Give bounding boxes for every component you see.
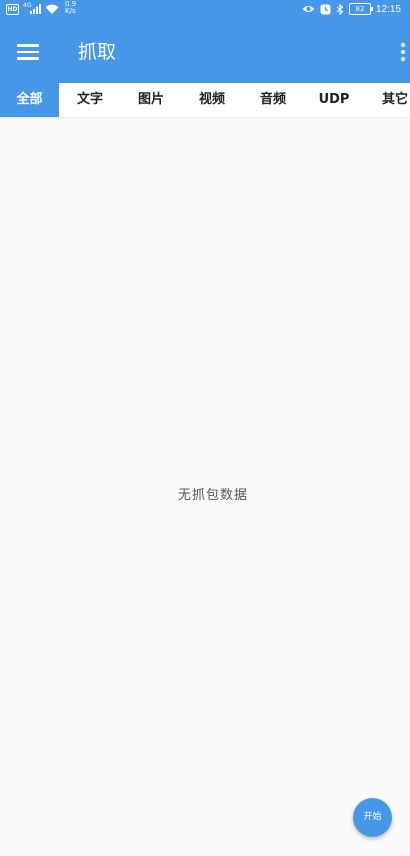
app-bar: 抓取 <box>0 22 410 83</box>
page-title: 抓取 <box>78 41 117 63</box>
hamburger-menu-icon[interactable] <box>17 44 39 60</box>
signal-icon: 4G <box>23 2 41 14</box>
battery-level: 82 <box>355 5 365 13</box>
eye-icon <box>302 4 315 14</box>
tab-label: 音频 <box>259 92 286 107</box>
alarm-icon <box>320 4 331 15</box>
network-speed-unit: K/s <box>65 7 76 15</box>
tab-bar: 全部 文字 图片 视频 音频 UDP 其它 <box>0 83 410 118</box>
tab-label: 视频 <box>198 92 225 107</box>
status-bar-right: 82 12:15 <box>302 3 401 15</box>
hd-icon: HD <box>6 3 19 15</box>
empty-state-message: 无抓包数据 <box>177 488 248 503</box>
tab-label: 全部 <box>16 92 43 107</box>
tab-label: 图片 <box>137 92 164 107</box>
network-speed: 0.9 K/s <box>65 1 76 15</box>
start-capture-button[interactable]: 开始 <box>353 798 392 837</box>
wifi-icon <box>45 4 59 14</box>
tab-text[interactable]: 文字 <box>62 83 118 117</box>
tab-video[interactable]: 视频 <box>184 83 240 117</box>
tab-label: 文字 <box>76 92 103 107</box>
tab-udp[interactable]: UDP <box>306 83 362 117</box>
start-capture-label: 开始 <box>363 812 382 822</box>
tab-image[interactable]: 图片 <box>123 83 179 117</box>
status-time: 12:15 <box>375 3 401 15</box>
tab-label: UDP <box>318 92 350 107</box>
status-bar-left: HD 4G 0.9 K/s <box>6 1 76 15</box>
tab-label: 其它 <box>381 92 408 107</box>
more-vert-icon[interactable] <box>398 42 408 62</box>
bluetooth-icon <box>336 3 344 15</box>
tab-audio[interactable]: 音频 <box>245 83 301 117</box>
status-bar: HD 4G 0.9 K/s 82 12:15 <box>0 0 410 22</box>
battery-icon: 82 <box>348 3 373 15</box>
tab-other[interactable]: 其它 <box>367 83 410 117</box>
tab-all[interactable]: 全部 <box>0 83 59 117</box>
